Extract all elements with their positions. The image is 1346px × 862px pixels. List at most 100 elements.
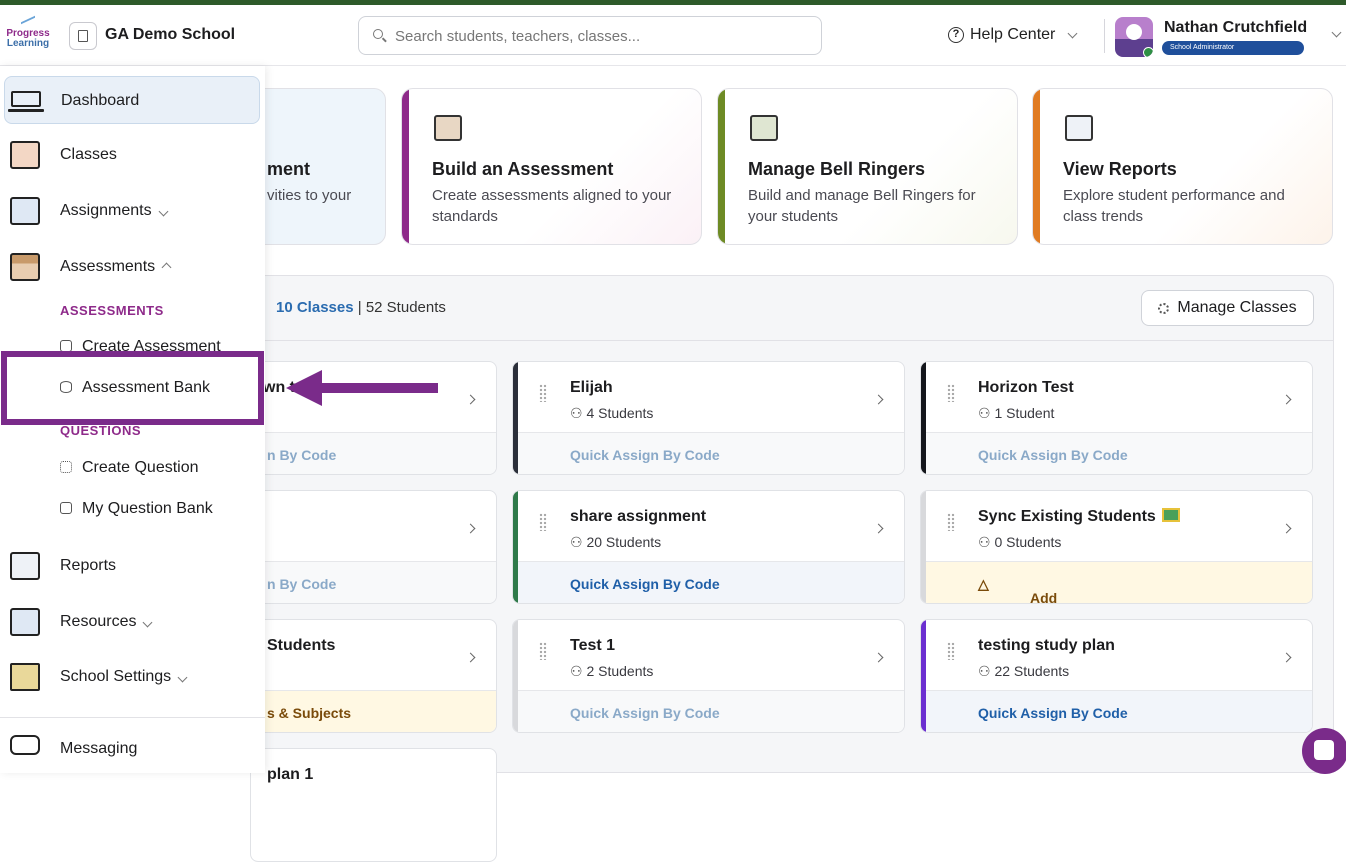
header-divider [1104, 19, 1105, 53]
drag-handle-icon[interactable] [947, 513, 955, 531]
panel-divider [250, 340, 1334, 341]
student-count: 0 Students [978, 534, 1061, 551]
support-icon [1314, 740, 1334, 760]
help-center-menu[interactable]: ? Help Center [948, 26, 1078, 44]
avatar[interactable] [1115, 17, 1153, 57]
view-reports-card[interactable]: View Reports Explore student performance… [1032, 88, 1333, 245]
card-title: Build an Assessment [432, 159, 614, 179]
sub-item-label: Create Question [82, 459, 199, 476]
drag-handle-icon[interactable] [947, 384, 955, 402]
quick-assign-label: Quick Assign By Code [978, 705, 1128, 721]
class-card[interactable]: Test 1 2 Students Quick Assign By Code [512, 619, 905, 733]
building-icon [78, 30, 88, 42]
assignment-icon [10, 197, 40, 225]
sidebar-item-label: Assessments [60, 258, 172, 276]
add-students-link[interactable]: s & Subjects [251, 690, 496, 732]
quick-assign-link[interactable]: Quick Assign By Code [518, 561, 904, 603]
chevron-down-icon [177, 672, 188, 683]
chat-help-button[interactable] [1302, 728, 1346, 774]
card-description: Build and manage Bell Ringers for your s… [748, 187, 976, 225]
quick-assign-link[interactable]: Quick Assign By Code [518, 690, 904, 732]
school-settings-text: School Settings [60, 668, 172, 685]
class-card[interactable]: Students s & Subjects [250, 619, 497, 733]
sidebar-item-create-question[interactable]: Create Question [60, 459, 199, 477]
user-role-badge: School Administrator [1162, 41, 1304, 55]
quick-assign-link[interactable]: Quick Assign By Code [518, 432, 904, 474]
bell-ringer-icon [750, 115, 778, 141]
sidebar-item-reports[interactable]: Reports [0, 542, 265, 590]
build-assessment-card[interactable]: Build an Assessment Create assessments a… [401, 88, 702, 245]
sidebar-item-my-question-bank[interactable]: My Question Bank [60, 500, 213, 518]
class-card[interactable]: Elijah 4 Students Quick Assign By Code [512, 361, 905, 475]
class-card[interactable]: testing study plan 22 Students Quick Ass… [920, 619, 1313, 733]
google-classroom-icon [1161, 508, 1180, 522]
sidebar-item-label: Messaging [60, 740, 138, 757]
quick-assign-label: Quick Assign By Code [570, 447, 720, 463]
school-building-icon [10, 663, 40, 691]
sidebar-item-assessments[interactable]: Assessments [0, 243, 265, 291]
bell-ringers-card[interactable]: Manage Bell Ringers Build and manage Bel… [717, 88, 1018, 245]
user-name[interactable]: Nathan Crutchfield [1164, 19, 1307, 37]
logo-line2: Learning [6, 38, 50, 49]
quick-assign-link[interactable]: Quick Assign By Code [926, 432, 1312, 474]
class-card[interactable]: share assignment 20 Students Quick Assig… [512, 490, 905, 604]
sidebar-item-resources[interactable]: Resources [0, 598, 265, 646]
gear-icon [1158, 302, 1170, 314]
help-center-label: Help Center [970, 26, 1056, 43]
class-card[interactable]: plan 1 [250, 748, 497, 862]
reports-icon [1065, 115, 1093, 141]
class-name: plan 1 [267, 766, 314, 783]
manage-classes-button[interactable]: Manage Classes [1141, 290, 1314, 326]
card-description: Explore student performance and class tr… [1063, 187, 1285, 225]
class-card[interactable]: n By Code [250, 490, 497, 604]
top-bar: Progress Learning GA Demo School ? Help … [0, 5, 1346, 66]
class-name: share assignment [570, 508, 707, 525]
sidebar-item-messaging[interactable]: Messaging [0, 725, 265, 773]
class-name: Students [267, 637, 336, 654]
drag-handle-icon[interactable] [539, 384, 547, 402]
search-icon [373, 29, 383, 39]
sidebar-item-school-settings[interactable]: School Settings [0, 653, 265, 701]
sidebar-item-assignments[interactable]: Assignments [0, 187, 265, 235]
quick-assign-label: Quick Assign By Code [570, 576, 720, 592]
drag-handle-icon[interactable] [539, 513, 547, 531]
sidebar-item-dashboard[interactable]: Dashboard [4, 76, 260, 124]
drag-handle-icon[interactable] [947, 642, 955, 660]
classes-count-link[interactable]: 10 Classes [276, 299, 354, 316]
student-count: 20 Students [570, 534, 661, 551]
class-name: Horizon Test [978, 379, 1074, 396]
class-name: Sync Existing Students [978, 508, 1180, 526]
grid-icon [60, 461, 72, 473]
class-card[interactable]: Horizon Test 1 Student Quick Assign By C… [920, 361, 1313, 475]
class-name-text: Sync Existing Students [978, 508, 1156, 525]
drag-handle-icon[interactable] [539, 642, 547, 660]
summary-separator: | [357, 299, 362, 316]
chevron-right-icon [465, 523, 476, 534]
sidebar-item-classes[interactable]: Classes [0, 131, 265, 179]
card-title: View Reports [1063, 159, 1177, 179]
folders-icon [10, 253, 40, 281]
chevron-down-icon [158, 206, 169, 217]
chevron-right-icon [1281, 652, 1292, 663]
global-search[interactable] [358, 16, 822, 55]
reports-icon [10, 552, 40, 580]
add-students-link[interactable]: △ Add Students & Subjects [926, 561, 1312, 603]
verified-badge-icon [1143, 47, 1153, 57]
quick-assign-link[interactable]: n By Code [251, 561, 496, 603]
manage-classes-label: Manage Classes [1177, 299, 1297, 316]
document-search-icon [60, 502, 72, 514]
quick-assign-link[interactable]: Quick Assign By Code [926, 690, 1312, 732]
card-description: vities to your [267, 187, 352, 204]
search-input[interactable] [395, 25, 805, 47]
student-count: 2 Students [570, 663, 653, 680]
progress-learning-logo[interactable]: Progress Learning [4, 15, 52, 49]
quick-assign-link[interactable]: n By Code [251, 432, 496, 474]
students-count: 52 Students [365, 299, 446, 316]
quick-assign-label: n By Code [267, 576, 337, 592]
quick-assign-label: Quick Assign By Code [570, 705, 720, 721]
class-name: Elijah [570, 379, 613, 396]
user-menu-chevron-icon[interactable] [1331, 27, 1342, 38]
class-card[interactable]: Sync Existing Students 0 Students △ Add … [920, 490, 1313, 604]
school-switch-button[interactable] [69, 22, 97, 50]
assignments-text: Assignments [60, 202, 152, 219]
